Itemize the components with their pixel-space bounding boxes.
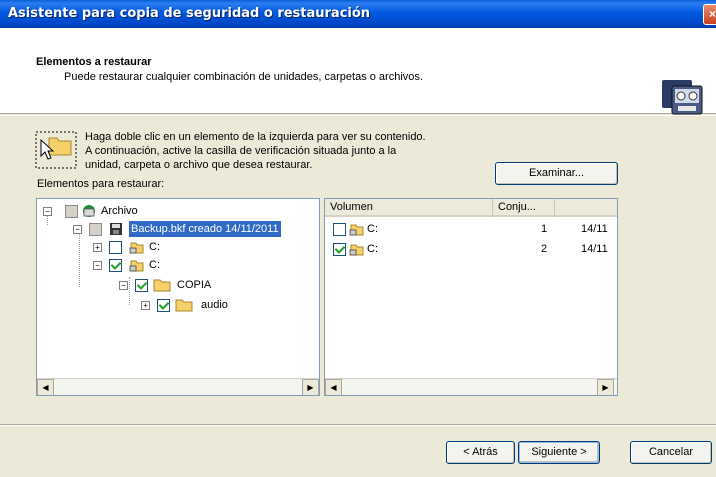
next-button[interactable]: Siguiente >: [518, 441, 600, 464]
tree-item-label: C:: [149, 241, 160, 253]
drive-icon: [349, 244, 364, 256]
title-bar[interactable]: Asistente para copia de seguridad o rest…: [0, 0, 716, 28]
drive-icon: [129, 242, 144, 254]
scroll-left-icon[interactable]: ◀: [325, 379, 342, 395]
window-title: Asistente para copia de seguridad o rest…: [8, 6, 371, 21]
back-button[interactable]: < Atrás: [446, 441, 515, 464]
floppy-icon: [110, 223, 122, 235]
row-checkbox[interactable]: [333, 243, 346, 256]
cell-conjunto: 1: [541, 223, 548, 235]
row-checkbox[interactable]: [333, 223, 346, 236]
scroll-right-icon[interactable]: ▶: [597, 379, 614, 395]
wizard-header: Elementos a restaurar Puede restaurar cu…: [0, 28, 716, 115]
collapse-icon[interactable]: −: [43, 207, 52, 216]
instructions-text: Haga doble clic en un elemento de la izq…: [85, 130, 426, 172]
tree-checkbox[interactable]: [135, 279, 148, 292]
tree-checkbox[interactable]: [65, 205, 78, 218]
header-divider: [0, 115, 716, 116]
volume-list[interactable]: Volumen Conju... C: 1 14/11 C: 2 14/11 ◀…: [324, 198, 618, 396]
list-row[interactable]: C: 1 14/11: [325, 221, 617, 238]
list-hscrollbar[interactable]: ◀ ▶: [325, 378, 617, 395]
tree-item-label: COPIA: [177, 279, 212, 291]
cell-fecha: 14/11: [581, 223, 608, 235]
archive-icon: [83, 205, 95, 217]
tree-item-label: Archivo: [101, 205, 138, 217]
cell-volumen: C:: [367, 243, 378, 255]
drive-icon: [129, 260, 144, 272]
expand-icon[interactable]: +: [141, 301, 150, 310]
collapse-icon[interactable]: −: [93, 261, 102, 270]
folder-icon: [153, 279, 171, 292]
backup-tape-icon: [662, 80, 703, 115]
cancel-button[interactable]: Cancelar: [630, 441, 712, 464]
column-header-fecha[interactable]: [555, 199, 617, 217]
collapse-icon[interactable]: −: [73, 225, 82, 234]
tree-checkbox[interactable]: [109, 241, 122, 254]
folder-icon: [175, 299, 193, 312]
cell-conjunto: 2: [541, 243, 548, 255]
list-row[interactable]: C: 2 14/11: [325, 241, 617, 258]
tree-checkbox[interactable]: [89, 223, 102, 236]
cell-volumen: C:: [367, 223, 378, 235]
expand-icon[interactable]: +: [93, 243, 102, 252]
close-button[interactable]: ×: [703, 4, 716, 25]
browse-button[interactable]: Examinar...: [495, 162, 618, 185]
instruction-line: Haga doble clic en un elemento de la izq…: [85, 131, 426, 143]
tree-item-label: Backup.bkf creado 14/11/2011: [129, 221, 281, 237]
tree-item-drive-c1[interactable]: + C:: [37, 239, 317, 255]
page-title: Elementos a restaurar: [36, 56, 152, 68]
instruction-line: A continuación, active la casilla de ver…: [85, 145, 397, 157]
scroll-left-icon[interactable]: ◀: [37, 379, 54, 395]
drive-icon: [349, 224, 364, 236]
collapse-icon[interactable]: −: [119, 281, 128, 290]
tree-item-label: audio: [201, 299, 228, 311]
folder-pointer-icon: [35, 131, 77, 169]
tree-hscrollbar[interactable]: ◀ ▶: [37, 378, 319, 395]
page-subtitle: Puede restaurar cualquier combinación de…: [64, 71, 423, 83]
footer-divider-highlight: [0, 425, 716, 426]
items-to-restore-label: Elementos para restaurar:: [37, 178, 165, 190]
scroll-right-icon[interactable]: ▶: [302, 379, 319, 395]
tree-item-copia[interactable]: − COPIA: [37, 277, 317, 293]
tree-checkbox[interactable]: [109, 259, 122, 272]
column-header-conjunto[interactable]: Conju...: [493, 199, 555, 217]
column-header-volumen[interactable]: Volumen: [325, 199, 493, 217]
tree-checkbox[interactable]: [157, 299, 170, 312]
tree-item-audio[interactable]: + audio: [37, 297, 317, 313]
tree-view[interactable]: − Archivo − Backup.bkf creado 14/11/2011…: [36, 198, 320, 396]
tree-item-backup[interactable]: − Backup.bkf creado 14/11/2011: [37, 221, 319, 237]
tree-item-archivo[interactable]: − Archivo: [37, 203, 317, 219]
tree-item-label: C:: [149, 259, 160, 271]
tree-item-drive-c2[interactable]: − C:: [37, 257, 317, 273]
cell-fecha: 14/11: [581, 243, 608, 255]
instruction-line: unidad, carpeta o archivo que desea rest…: [85, 159, 313, 171]
